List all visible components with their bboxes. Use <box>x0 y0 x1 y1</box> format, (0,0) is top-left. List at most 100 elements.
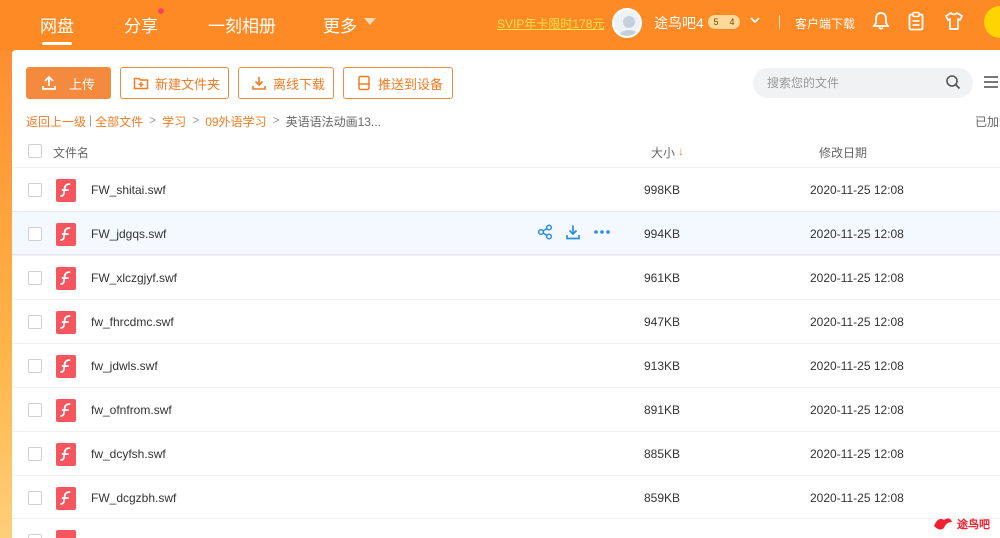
row-checkbox[interactable] <box>28 491 42 505</box>
row-checkbox[interactable] <box>28 359 42 373</box>
bell-icon[interactable] <box>871 11 891 31</box>
flash-file-icon <box>56 311 76 334</box>
notification-dot <box>158 8 164 14</box>
new-folder-button[interactable]: 新建文件夹 <box>120 67 229 99</box>
file-size: 885KB <box>644 447 681 461</box>
breadcrumb-back[interactable]: 返回上一级 <box>26 113 86 130</box>
clipboard-icon[interactable] <box>906 11 926 31</box>
badge-level: 5 <box>713 17 719 27</box>
file-name[interactable]: FW_xlczgjyf.swf <box>91 271 177 285</box>
row-checkbox[interactable] <box>28 403 42 417</box>
bird-logo-icon <box>934 518 952 530</box>
more-icon[interactable] <box>593 224 611 240</box>
file-size: 859KB <box>644 491 681 505</box>
file-name[interactable]: FW_shitai.swf <box>91 183 166 197</box>
file-date: 2020-11-25 12:08 <box>810 447 904 461</box>
column-header-date[interactable]: 修改日期 <box>819 144 867 161</box>
flash-file-icon <box>56 530 76 538</box>
download-icon[interactable] <box>565 224 581 240</box>
file-name[interactable]: FW_jdgqs.swf <box>91 227 166 241</box>
row-checkbox[interactable] <box>28 271 42 285</box>
file-name[interactable]: fw_dcyfsh.swf <box>91 447 166 461</box>
flash-file-icon <box>56 179 76 202</box>
table-row[interactable] <box>12 518 1000 538</box>
file-name[interactable]: fw_fhrcdmc.swf <box>91 315 174 329</box>
file-date: 2020-11-25 12:08 <box>810 315 904 329</box>
top-nav-bar: 网盘 分享 一刻相册 更多 SVIP年卡限时178元 途鸟吧4 5 4 客户端下… <box>0 0 1000 50</box>
push-to-device-button[interactable]: 推送到设备 <box>343 67 453 99</box>
flash-file-icon <box>56 443 76 466</box>
row-actions <box>537 224 611 240</box>
file-name[interactable]: fw_jdwls.swf <box>91 359 158 373</box>
file-date: 2020-11-25 12:08 <box>810 403 904 417</box>
select-all-checkbox[interactable] <box>28 144 42 158</box>
level-badge: 5 4 <box>708 15 740 29</box>
column-header-size[interactable]: 大小 <box>651 144 675 161</box>
device-icon <box>358 75 370 91</box>
file-size: 998KB <box>644 183 681 197</box>
offline-download-label: 离线下载 <box>273 76 326 92</box>
breadcrumb-item-study[interactable]: 学习 <box>162 113 186 130</box>
table-row[interactable]: fw_dcyfsh.swf 885KB 2020-11-25 12:08 <box>12 431 1000 475</box>
flash-file-icon <box>56 267 76 290</box>
loaded-status: 已加载 <box>975 115 1000 129</box>
file-name[interactable]: FW_dcgzbh.swf <box>91 491 176 505</box>
new-folder-label: 新建文件夹 <box>155 76 221 92</box>
breadcrumb-item-foreign-language[interactable]: 09外语学习 <box>205 113 266 130</box>
file-name[interactable]: fw_ofnfrom.swf <box>91 403 172 417</box>
file-size: 913KB <box>644 359 681 373</box>
table-row[interactable]: FW_dcgzbh.swf 859KB 2020-11-25 12:08 <box>12 475 1000 519</box>
vip-icon[interactable] <box>984 6 1000 38</box>
divider <box>779 15 780 29</box>
nav-tab-more[interactable]: 更多 <box>323 12 357 37</box>
upload-label: 上传 <box>69 76 96 92</box>
row-checkbox[interactable] <box>28 315 42 329</box>
chevron-down-icon[interactable] <box>749 14 761 26</box>
upload-icon <box>42 75 56 90</box>
breadcrumb-separator: | <box>89 113 93 127</box>
row-checkbox[interactable] <box>28 447 42 461</box>
file-size: 961KB <box>644 271 681 285</box>
row-checkbox[interactable] <box>28 534 42 538</box>
new-folder-icon <box>133 77 149 90</box>
push-to-device-label: 推送到设备 <box>378 76 444 92</box>
file-panel: 上传 新建文件夹 离线下载 推送到设备 返回上一级 | 全部文件 > 学习 > … <box>12 50 1000 538</box>
file-size: 947KB <box>644 315 681 329</box>
nav-tab-album[interactable]: 一刻相册 <box>208 12 276 37</box>
row-checkbox[interactable] <box>28 183 42 197</box>
search-icon[interactable] <box>945 74 961 90</box>
column-header-name[interactable]: 文件名 <box>53 144 89 161</box>
file-date: 2020-11-25 12:08 <box>810 359 904 373</box>
nav-tab-netdisk[interactable]: 网盘 <box>40 12 74 45</box>
sort-desc-icon[interactable]: ↓ <box>678 144 684 158</box>
username[interactable]: 途鸟吧4 <box>654 13 704 33</box>
tshirt-icon[interactable] <box>944 11 964 31</box>
client-download-link[interactable]: 客户端下载 <box>795 15 855 32</box>
nav-tab-share[interactable]: 分享 <box>124 12 158 37</box>
table-row[interactable]: FW_jdgqs.swf 994KB 2020-11-25 12:08 <box>12 211 1000 255</box>
upload-button[interactable]: 上传 <box>26 67 111 99</box>
file-date: 2020-11-25 12:08 <box>810 227 904 241</box>
file-date: 2020-11-25 12:08 <box>810 271 904 285</box>
file-date: 2020-11-25 12:08 <box>810 183 904 197</box>
flash-file-icon <box>56 223 76 246</box>
row-checkbox[interactable] <box>28 227 42 241</box>
file-size: 891KB <box>644 403 681 417</box>
chevron-down-icon[interactable] <box>364 18 376 25</box>
table-row[interactable]: FW_shitai.swf 998KB 2020-11-25 12:08 <box>12 167 1000 211</box>
svip-promo-link[interactable]: SVIP年卡限时178元 <box>497 15 604 32</box>
flash-file-icon <box>56 355 76 378</box>
avatar[interactable] <box>612 8 642 38</box>
table-row[interactable]: FW_xlczgjyf.swf 961KB 2020-11-25 12:08 <box>12 255 1000 299</box>
table-row[interactable]: fw_fhrcdmc.swf 947KB 2020-11-25 12:08 <box>12 299 1000 343</box>
offline-download-button[interactable]: 离线下载 <box>238 67 334 99</box>
watermark-logo: 途鸟吧 <box>932 512 996 536</box>
breadcrumb-item-all-files[interactable]: 全部文件 <box>95 113 143 130</box>
table-row[interactable]: fw_ofnfrom.swf 891KB 2020-11-25 12:08 <box>12 387 1000 431</box>
file-size: 994KB <box>644 227 681 241</box>
background-decoration <box>0 50 12 538</box>
table-row[interactable]: fw_jdwls.swf 913KB 2020-11-25 12:08 <box>12 343 1000 387</box>
share-icon[interactable] <box>537 224 553 240</box>
search-input[interactable] <box>753 68 973 98</box>
list-view-icon[interactable] <box>982 74 998 90</box>
